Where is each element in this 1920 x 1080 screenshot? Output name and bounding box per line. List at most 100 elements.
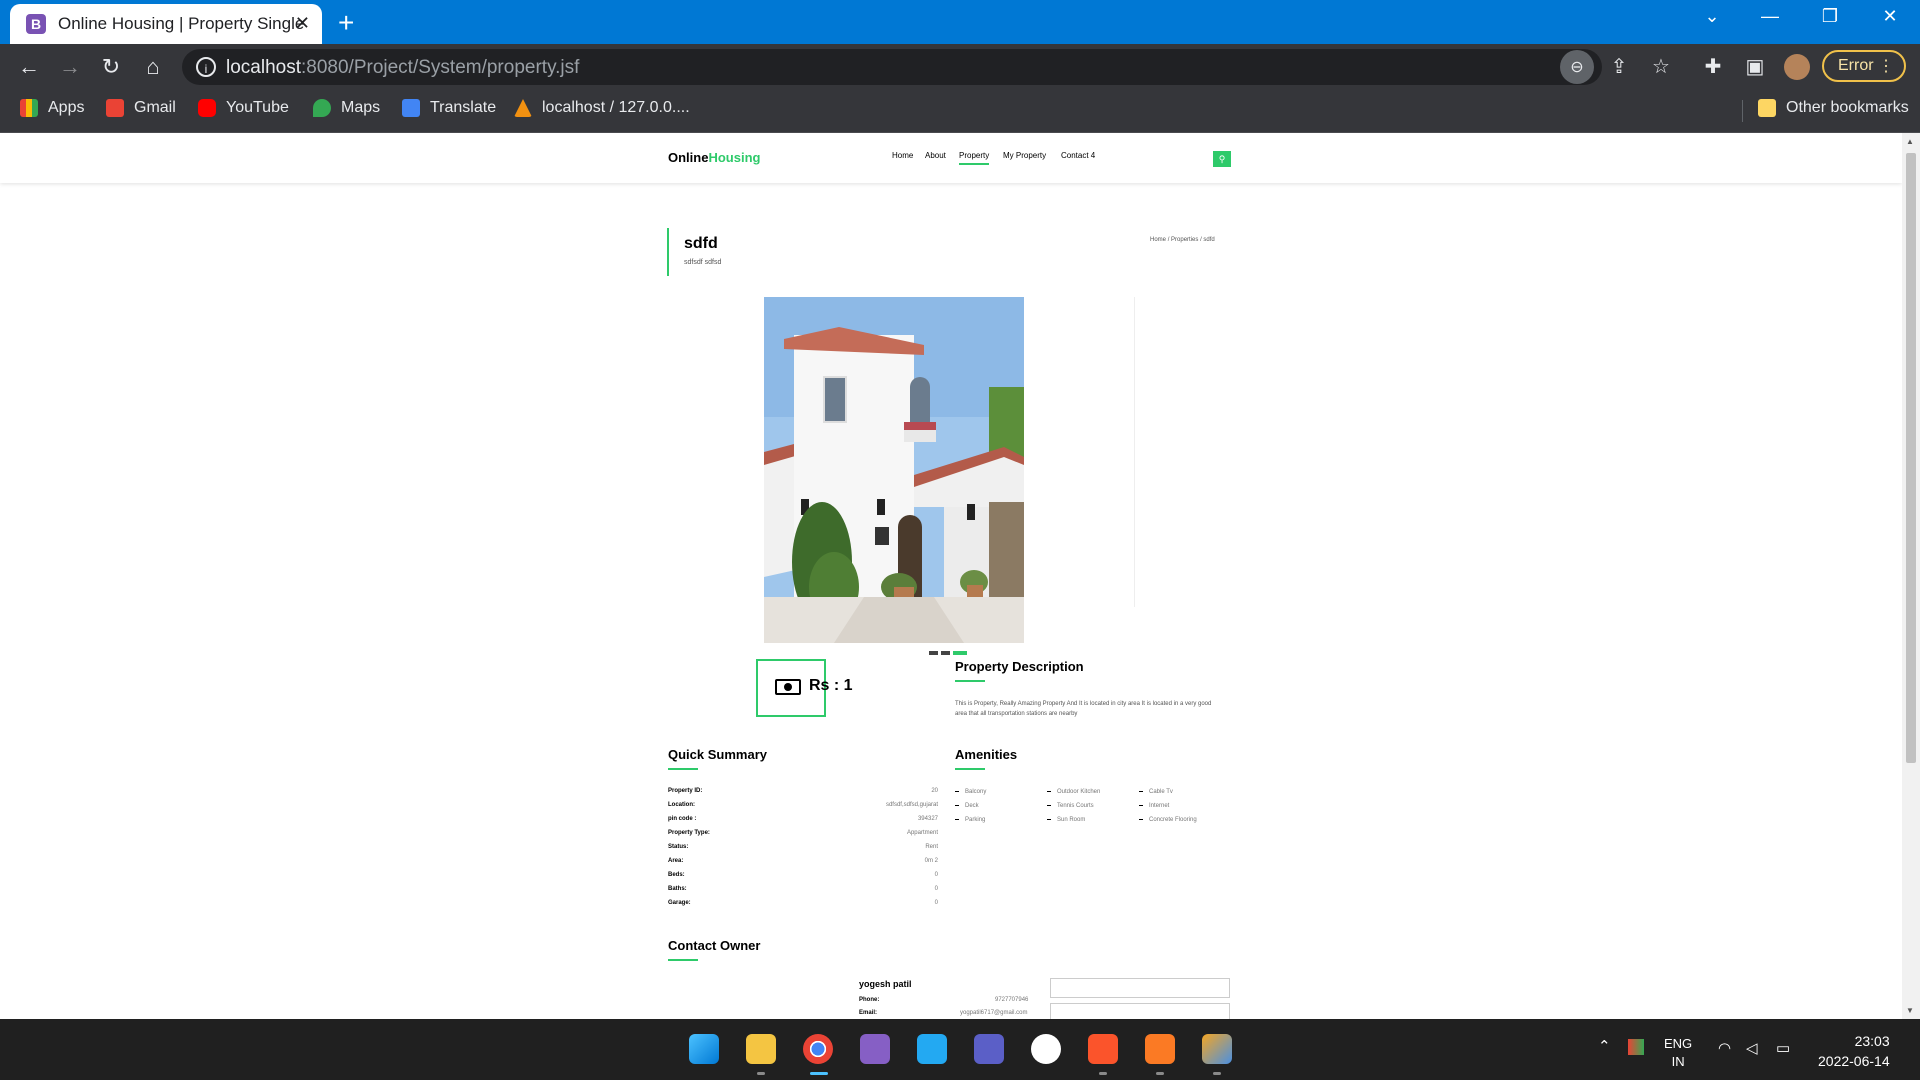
scrollbar-thumb[interactable] — [1906, 153, 1916, 763]
breadcrumb-home[interactable]: Home — [1150, 237, 1166, 243]
home-icon[interactable]: ⌂ — [138, 54, 168, 80]
summary-label: Garage: — [668, 900, 691, 906]
restore-icon[interactable]: ❐ — [1810, 6, 1850, 27]
vscode-icon[interactable] — [917, 1034, 947, 1064]
brave-icon[interactable] — [1088, 1034, 1118, 1064]
browser-toolbar: ← → ↻ ⌂ i localhost:8080/Project/System/… — [0, 44, 1920, 90]
amenity-item: Tennis Courts — [1047, 803, 1094, 809]
back-icon[interactable]: ← — [14, 54, 44, 80]
bookmark-star-icon[interactable]: ☆ — [1648, 54, 1674, 79]
virtualbox-icon[interactable] — [1202, 1034, 1232, 1064]
property-title: sdfd — [684, 235, 718, 252]
search-icon: ⚲ — [1218, 153, 1226, 164]
youtube-icon — [198, 99, 216, 117]
clock-time: 23:03 — [1854, 1033, 1890, 1049]
running-indicator — [1099, 1072, 1107, 1075]
breadcrumb-properties[interactable]: Properties — [1171, 237, 1198, 243]
site-info-icon[interactable]: i — [196, 57, 216, 77]
xampp-icon[interactable] — [1145, 1034, 1175, 1064]
teams-icon[interactable] — [974, 1034, 1004, 1064]
nav-about[interactable]: About — [925, 151, 946, 160]
tray-app-icon[interactable] — [1628, 1039, 1644, 1055]
address-bar[interactable]: i localhost:8080/Project/System/property… — [182, 49, 1602, 85]
page-viewport: OnlineHousing Home About Property My Pro… — [0, 133, 1902, 1019]
nav-my-property[interactable]: My Property — [1003, 151, 1046, 160]
carousel-dot-active[interactable] — [953, 651, 967, 655]
browser-tab[interactable]: B Online Housing | Property Single ✕ — [10, 4, 322, 44]
side-panel-icon[interactable]: ▣ — [1742, 54, 1768, 79]
running-indicator — [1213, 1072, 1221, 1075]
new-tab-icon[interactable]: + — [338, 7, 354, 39]
summary-label: Property ID: — [668, 788, 703, 794]
page-scrollbar[interactable]: ▲ ▼ — [1902, 133, 1920, 1019]
bookmark-other[interactable]: Other bookmarks — [1758, 99, 1909, 117]
bookmarks-bar: Apps Gmail YouTube Maps Translate localh… — [0, 90, 1920, 133]
reload-icon[interactable]: ↻ — [96, 54, 126, 80]
contact-name-input[interactable] — [1050, 978, 1230, 998]
windows-taskbar: ⌃ ENG IN ◠ ◁ ▭ 23:03 2022-06-14 — [0, 1019, 1920, 1080]
summary-label: Location: — [668, 802, 695, 808]
bookmark-maps[interactable]: Maps — [313, 99, 380, 117]
bookmark-gmail[interactable]: Gmail — [106, 99, 176, 117]
clock-date: 2022-06-14 — [1818, 1053, 1890, 1069]
word-app-icon[interactable] — [1031, 1034, 1061, 1064]
profile-avatar[interactable] — [1784, 54, 1810, 80]
amenity-item: Cable Tv — [1139, 789, 1173, 795]
carousel-dot[interactable] — [929, 651, 938, 655]
contact-email-input[interactable] — [1050, 1003, 1230, 1019]
chrome-icon[interactable] — [803, 1034, 833, 1064]
zoom-icon[interactable]: ⊖ — [1560, 50, 1594, 84]
bookmark-youtube[interactable]: YouTube — [198, 99, 289, 117]
summary-value: 20 — [931, 788, 938, 794]
scroll-up-icon[interactable]: ▲ — [1906, 137, 1914, 146]
bookmark-label: Other bookmarks — [1786, 99, 1909, 116]
summary-label: Status: — [668, 844, 689, 850]
tab-search-icon[interactable]: ⌄ — [1692, 6, 1732, 27]
wifi-icon[interactable]: ◠ — [1718, 1039, 1731, 1057]
clock[interactable]: 23:03 2022-06-14 — [1818, 1031, 1890, 1071]
window-close-icon[interactable]: ✕ — [1870, 6, 1910, 27]
url-text[interactable]: localhost:8080/Project/System/property.j… — [226, 57, 579, 79]
active-indicator — [810, 1072, 828, 1075]
minimize-icon[interactable]: — — [1750, 6, 1790, 27]
nav-property[interactable]: Property — [959, 151, 990, 165]
bookmark-label: localhost / 127.0.0.... — [542, 99, 690, 116]
apps-grid-icon — [20, 99, 38, 117]
summary-value: 0 — [934, 886, 938, 892]
nav-home[interactable]: Home — [892, 151, 913, 160]
tab-strip: B Online Housing | Property Single ✕ + ⌄… — [0, 0, 1920, 44]
property-description: This is Property, Really Amazing Propert… — [955, 701, 1212, 717]
bookmark-localhost[interactable]: localhost / 127.0.0.... — [514, 99, 690, 117]
language-code: ENG — [1664, 1036, 1693, 1051]
bookmark-apps[interactable]: Apps — [20, 99, 84, 117]
language-indicator[interactable]: ENG IN — [1664, 1035, 1692, 1071]
error-button[interactable]: Error ⋮ — [1822, 50, 1906, 82]
summary-value: 0 — [934, 900, 938, 906]
forward-icon[interactable]: → — [55, 54, 85, 80]
error-label: Error — [1838, 57, 1874, 74]
amenity-item: Parking — [955, 817, 985, 823]
volume-icon[interactable]: ◁ — [1746, 1039, 1758, 1057]
folder-icon — [1758, 99, 1776, 117]
summary-label: Beds: — [668, 872, 685, 878]
carousel-dot[interactable] — [941, 651, 950, 655]
visual-studio-icon[interactable] — [860, 1034, 890, 1064]
site-brand-logo[interactable]: OnlineHousing — [668, 150, 760, 165]
close-tab-icon[interactable]: ✕ — [295, 13, 310, 34]
summary-value: Rent — [925, 844, 938, 850]
amenity-item: Internet — [1139, 803, 1169, 809]
scroll-down-icon[interactable]: ▼ — [1906, 1006, 1914, 1015]
summary-label: Property Type: — [668, 830, 710, 836]
file-explorer-icon[interactable] — [746, 1034, 776, 1064]
search-button[interactable]: ⚲ — [1213, 151, 1231, 167]
brand-part1: Online — [668, 150, 709, 165]
bookmark-label: Maps — [341, 99, 381, 116]
description-title: Property Description — [955, 659, 1084, 674]
nav-contact[interactable]: Contact 4 — [1061, 151, 1095, 160]
start-windows-icon[interactable] — [689, 1034, 719, 1064]
battery-icon[interactable]: ▭ — [1776, 1039, 1790, 1057]
share-icon[interactable]: ⇪ — [1606, 54, 1632, 79]
show-hidden-icons[interactable]: ⌃ — [1598, 1037, 1611, 1055]
extensions-icon[interactable]: ✚ — [1700, 54, 1726, 79]
bookmark-translate[interactable]: Translate — [402, 99, 496, 117]
